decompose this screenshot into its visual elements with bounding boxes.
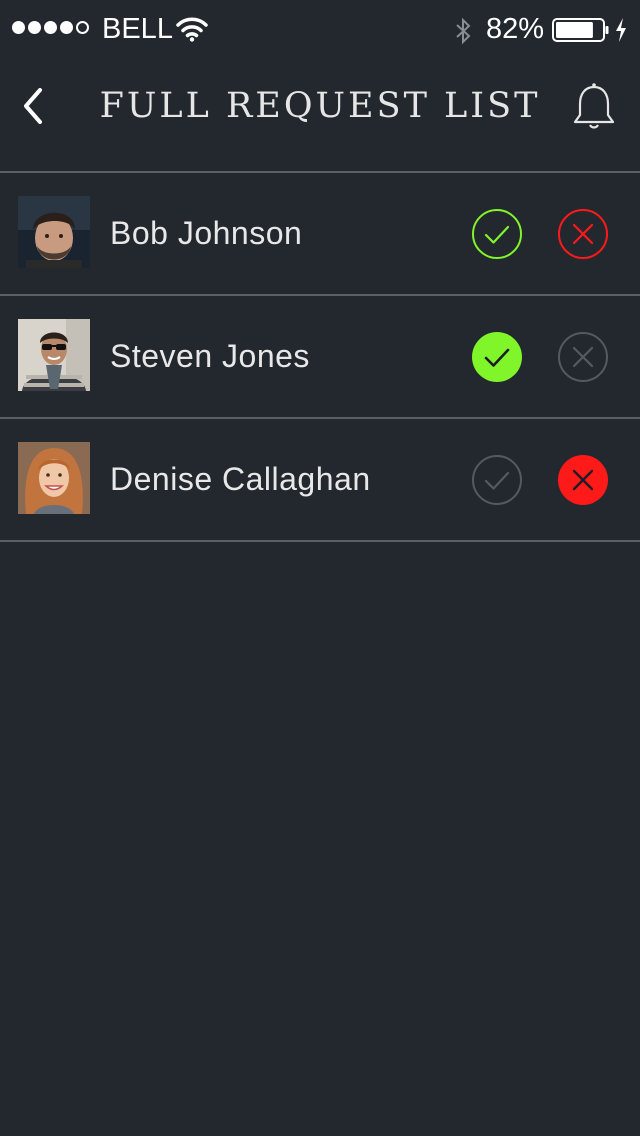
signal-dot [28,21,41,34]
close-icon [558,332,608,382]
request-list: Bob Johnson Steven Jones Denise Callagha… [0,173,640,542]
decline-button[interactable] [557,454,609,506]
bluetooth-icon [456,17,471,45]
signal-dot [12,21,25,34]
request-row: Steven Jones [0,296,640,419]
bell-icon [573,83,615,129]
carrier-name: BELL [102,13,173,45]
wifi-icon [176,17,208,42]
avatar [18,196,90,268]
accept-button[interactable] [471,208,523,260]
checkmark-icon [472,332,522,382]
signal-strength-indicator [12,21,89,34]
accept-button[interactable] [471,454,523,506]
requester-name: Steven Jones [110,338,310,374]
charging-icon [616,18,626,42]
signal-dot [44,21,57,34]
notifications-button[interactable] [570,82,618,132]
request-row: Denise Callaghan [0,419,640,542]
accept-button[interactable] [471,331,523,383]
decline-button[interactable] [557,208,609,260]
status-bar: BELL 82% [0,0,640,58]
battery-percentage: 82% [486,13,545,45]
requester-name: Denise Callaghan [110,461,371,497]
signal-dot [60,21,73,34]
checkmark-icon [472,209,522,259]
request-row: Bob Johnson [0,173,640,296]
avatar [18,442,90,514]
checkmark-icon [472,455,522,505]
page-title: FULL REQUEST LIST [99,86,541,126]
close-icon [558,455,608,505]
close-icon [558,209,608,259]
battery-icon [552,18,609,42]
requester-name: Bob Johnson [110,215,303,251]
avatar [18,319,90,391]
signal-dot [76,21,89,34]
decline-button[interactable] [557,331,609,383]
navigation-bar: FULL REQUEST LIST [0,58,640,173]
